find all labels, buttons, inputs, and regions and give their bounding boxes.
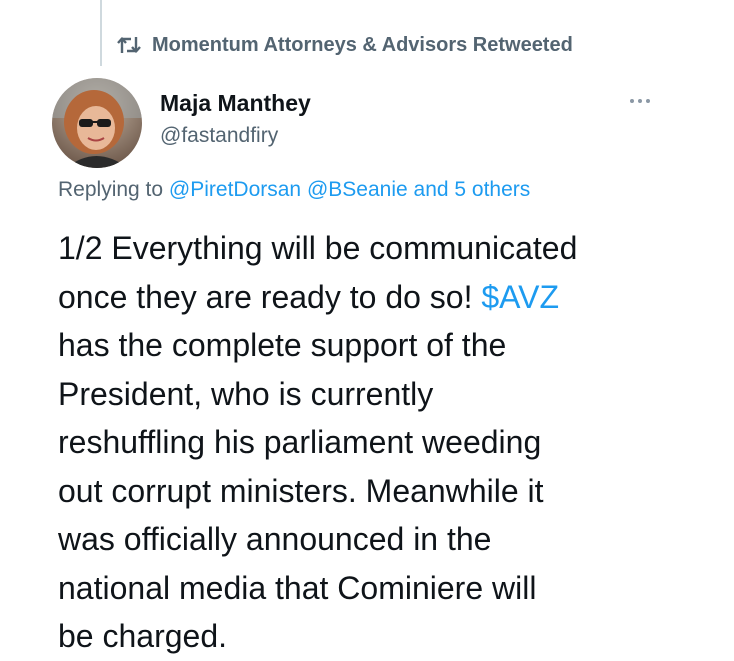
- avatar[interactable]: [52, 78, 142, 168]
- tweet-line: reshuffling his parliament weeding: [58, 424, 542, 460]
- more-icon[interactable]: [622, 88, 658, 114]
- tweet-line: national media that Cominiere will: [58, 569, 537, 606]
- tweet-line: 1/2 Everything will be communicated: [58, 230, 578, 266]
- replying-others-link[interactable]: 5 others: [454, 178, 530, 201]
- retweet-icon: [116, 34, 142, 56]
- mention-link[interactable]: @BSeanie: [307, 178, 408, 201]
- tweet-line-text: once they are ready to do so!: [58, 278, 473, 315]
- mention-link[interactable]: @PiretDorsan: [169, 178, 301, 201]
- tweet-line: out corrupt ministers. Meanwhile it: [58, 472, 544, 509]
- retweet-context: Momentum Attorneys & Advisors Retweeted: [116, 30, 573, 60]
- cashtag-link[interactable]: $AVZ: [481, 279, 559, 315]
- tweet-line: has the complete support of the: [58, 327, 507, 363]
- author-name[interactable]: Maja Manthey: [160, 90, 311, 117]
- replying-prefix: Replying to: [58, 178, 164, 201]
- thread-line: [100, 0, 102, 66]
- tweet-text: 1/2 Everything will be communicated once…: [58, 224, 698, 661]
- replying-to: Replying to @PiretDorsan @BSeanie and 5 …: [58, 178, 530, 202]
- tweet-line: was officially announced in the: [58, 521, 492, 557]
- author-handle[interactable]: @fastandfiry: [160, 124, 278, 148]
- tweet-line: once they are ready to do so! $AVZ: [58, 273, 698, 322]
- tweet-line: be charged.: [58, 618, 228, 654]
- retweet-label[interactable]: Momentum Attorneys & Advisors Retweeted: [152, 34, 573, 57]
- tweet-line: President, who is currently: [58, 375, 434, 412]
- replying-and[interactable]: and: [414, 178, 449, 201]
